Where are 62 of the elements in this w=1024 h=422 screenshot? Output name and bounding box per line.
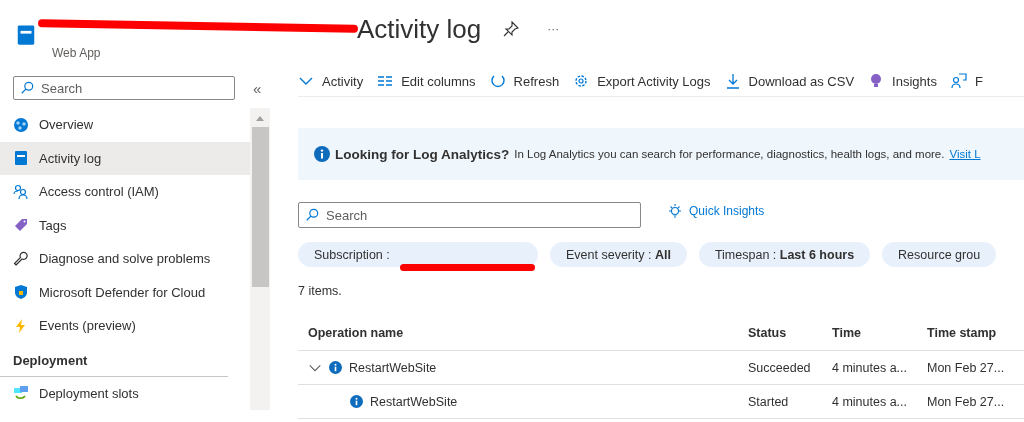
sidebar-item[interactable]: Events (preview) <box>0 309 250 343</box>
wrench-icon <box>13 250 29 267</box>
settings-icon <box>573 73 590 89</box>
page-title: Activity log <box>357 14 482 44</box>
toolbar-button[interactable]: Export Activity Logs <box>573 73 711 89</box>
sidebar-item[interactable]: Access control (IAM) <box>0 175 250 209</box>
sidebar-item[interactable]: Tags <box>0 208 250 242</box>
table-cell: RestartWebSite <box>370 394 458 409</box>
more-button[interactable]: ··· <box>541 21 566 37</box>
collapse-button[interactable]: « <box>253 79 262 97</box>
filter-pill[interactable]: Timespan : Last 6 hours <box>698 242 871 267</box>
table-cell-text: 4 minutes a... <box>832 360 909 375</box>
search-icon <box>305 208 319 222</box>
toolbar-button[interactable]: Refresh <box>489 73 560 89</box>
tag-icon <box>13 217 29 234</box>
sidebar-item[interactable]: Deployment slots <box>0 376 250 410</box>
column-header[interactable]: Status <box>748 326 832 340</box>
banner-link[interactable]: Visit L <box>949 148 981 160</box>
column-header[interactable]: Time <box>832 326 927 340</box>
filter-pill[interactable]: Resource grou <box>882 242 997 267</box>
filter-pill[interactable]: Event severity : All <box>550 242 687 267</box>
item-count: 7 items. <box>298 284 343 298</box>
columns-icon <box>377 73 394 89</box>
filter-pill[interactable]: Subscription : <box>298 242 538 267</box>
table-cell-text: 4 minutes a... <box>832 394 909 409</box>
info-icon <box>329 361 342 374</box>
search-field[interactable]: Search <box>13 76 235 100</box>
refresh-icon <box>489 73 506 89</box>
sidebar-item[interactable]: Activity log <box>0 141 250 175</box>
table-cell-text: Started <box>748 394 790 409</box>
search-field[interactable]: Search <box>298 202 641 228</box>
info-icon <box>314 146 330 162</box>
pin-icon[interactable] <box>503 21 520 37</box>
lightbulb-icon <box>667 203 683 219</box>
column-header[interactable]: Operation name <box>298 326 748 340</box>
banner-title: Looking for Log Analytics? <box>335 146 510 162</box>
person-chat-icon <box>950 73 967 89</box>
table-cell: RestartWebSite <box>349 360 437 375</box>
toolbar-button[interactable]: Edit columns <box>377 73 476 89</box>
toolbar-button[interactable]: F <box>950 73 983 89</box>
section-heading: Deployment <box>0 342 228 377</box>
download-icon <box>724 73 741 89</box>
toolbar-button[interactable]: Insights <box>868 73 937 89</box>
info-icon <box>350 395 363 408</box>
search-icon <box>20 81 34 95</box>
people-icon <box>13 183 29 200</box>
sidebar-item[interactable]: Overview <box>0 108 250 142</box>
slots-icon <box>13 385 29 402</box>
resource-type: Web App <box>52 46 102 60</box>
table-cell-text: Mon Feb 27... <box>927 394 1006 409</box>
banner-text: In Log Analytics you can search for performance, diagnostics, health logs, and more. <box>514 148 945 160</box>
sidebar-item[interactable]: Diagnose and solve problems <box>0 242 250 276</box>
toolbar-button[interactable]: Download as CSV <box>724 73 855 89</box>
table-cell-text: Succeeded <box>748 360 812 375</box>
quick-insights-link[interactable]: Quick Insights <box>667 203 765 219</box>
table-cell-text: Mon Feb 27... <box>927 360 1006 375</box>
sidebar-item[interactable]: Microsoft Defender for Cloud <box>0 275 250 309</box>
book-icon <box>13 150 29 167</box>
scrollbar[interactable] <box>250 108 270 410</box>
column-header[interactable]: Time stamp <box>927 326 1024 340</box>
toolbar-button[interactable]: Activity <box>298 73 364 89</box>
shield-icon <box>13 284 29 301</box>
